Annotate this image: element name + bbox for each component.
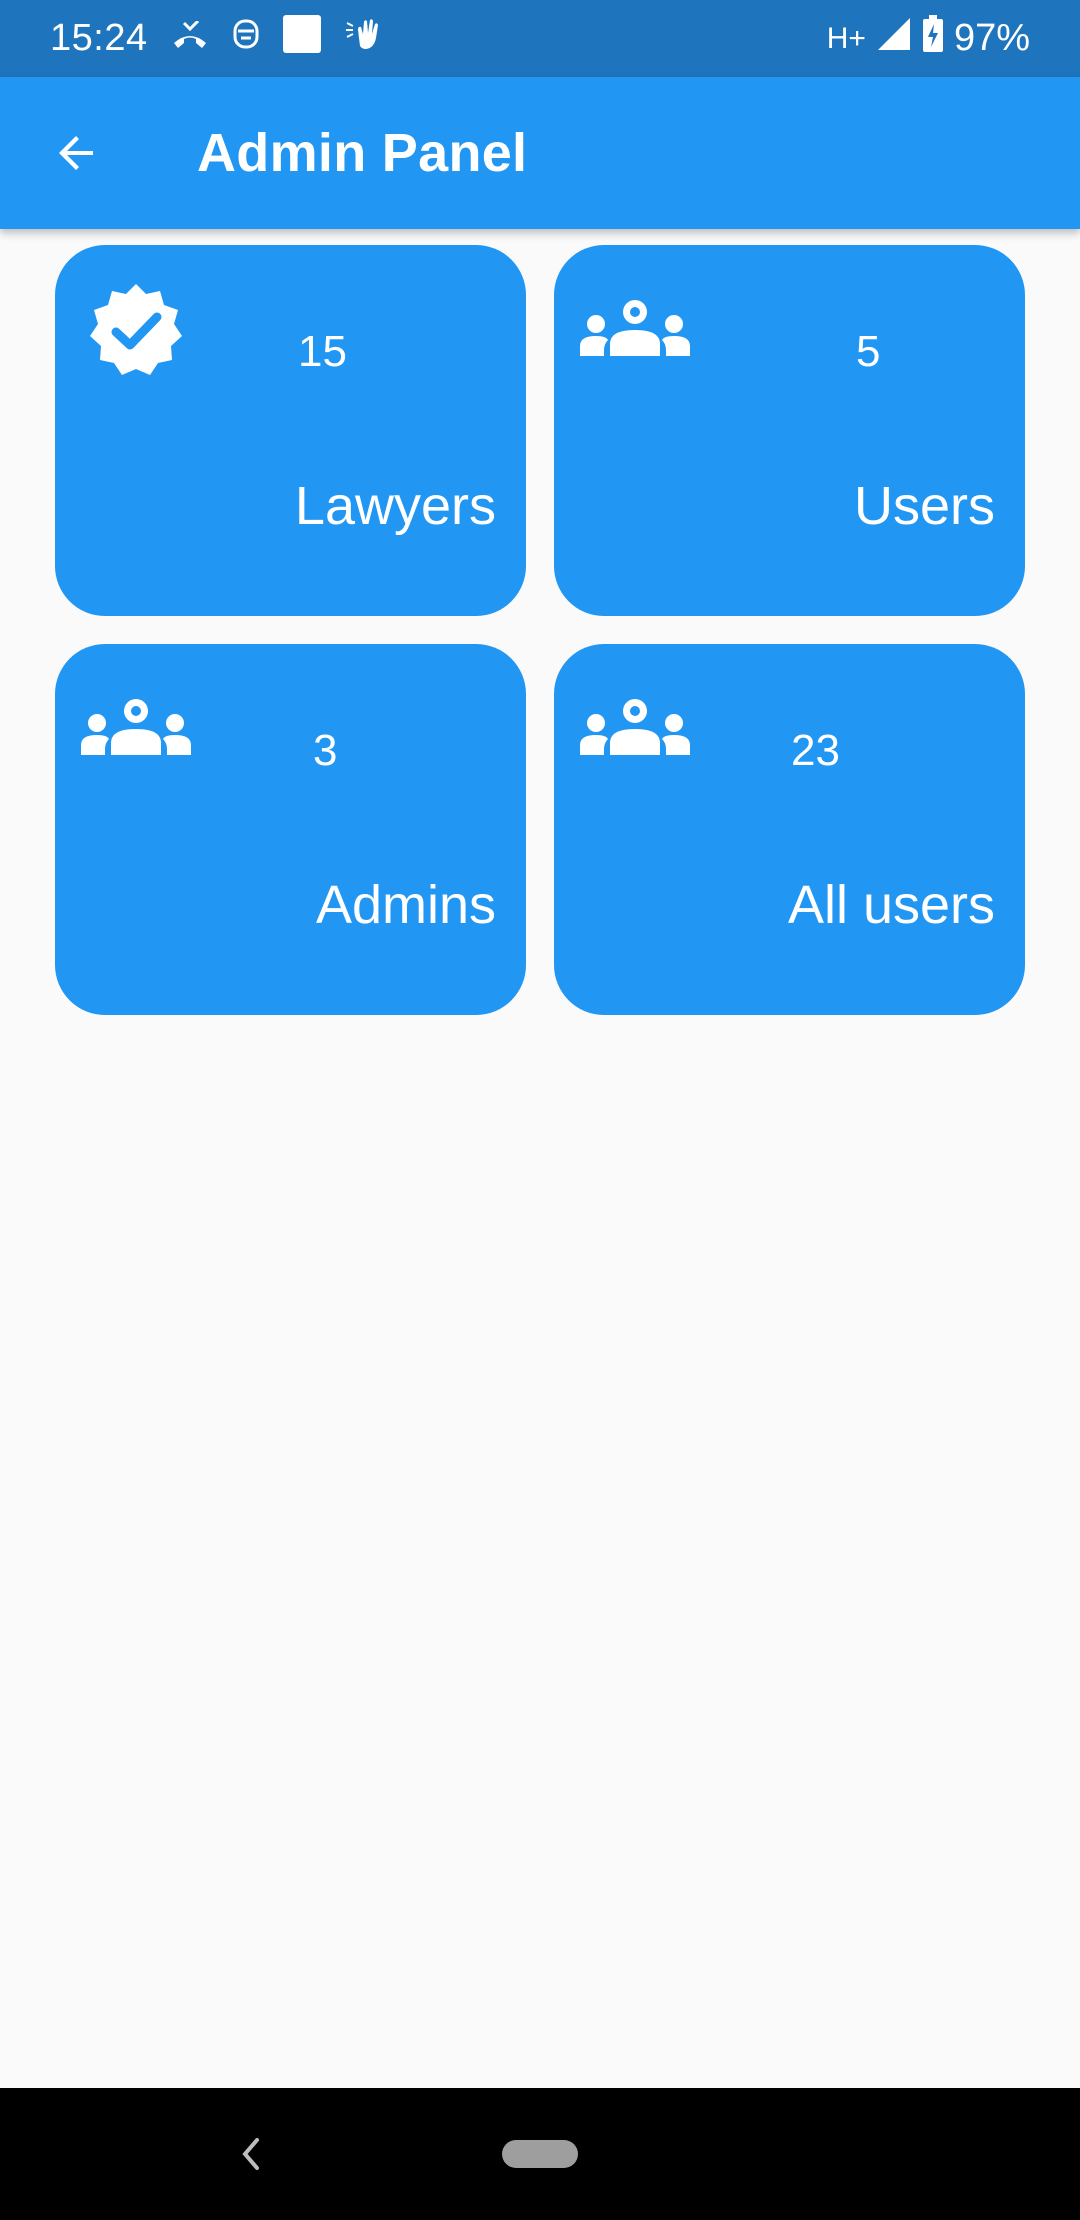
status-time: 15:24 <box>50 17 148 59</box>
group-icon <box>580 275 690 385</box>
users-label: Users <box>853 476 995 536</box>
lawyers-label: Lawyers <box>294 476 496 536</box>
group-icon <box>580 674 690 784</box>
users-card[interactable]: 5 Users <box>554 245 1025 616</box>
status-left: 15:24 <box>50 14 388 63</box>
battery-charging-icon <box>922 15 944 62</box>
app-notification-icon <box>232 17 260 60</box>
missed-call-icon <box>170 18 210 60</box>
verified-badge-icon <box>81 275 191 385</box>
all-users-label: All users <box>787 875 995 935</box>
page-title: Admin Panel <box>197 123 528 183</box>
square-notification-icon <box>282 14 322 63</box>
stats-grid: 15 Lawyers 5 Users 3 Admins 23 All users <box>55 245 1025 1015</box>
nav-back-button[interactable] <box>220 2124 280 2184</box>
battery-percentage: 97% <box>953 17 1030 59</box>
nav-home-pill[interactable] <box>502 2140 578 2168</box>
lawyers-count: 15 <box>298 327 347 376</box>
all-users-count: 23 <box>791 726 840 775</box>
admins-label: Admins <box>315 875 496 935</box>
app-bar: Admin Panel <box>0 77 1080 229</box>
users-count: 5 <box>856 327 881 376</box>
status-right: H+ 97% <box>827 15 1030 62</box>
all-users-card[interactable]: 23 All users <box>554 644 1025 1015</box>
group-icon <box>81 674 191 784</box>
arrow-back-icon <box>59 136 93 170</box>
signal-icon <box>876 16 912 61</box>
admins-card[interactable]: 3 Admins <box>55 644 526 1015</box>
system-nav-bar <box>0 2088 1080 2220</box>
wave-hand-icon <box>344 16 388 61</box>
chevron-left-icon <box>242 2138 259 2170</box>
lawyers-card[interactable]: 15 Lawyers <box>55 245 526 616</box>
back-button[interactable] <box>37 113 117 193</box>
admins-count: 3 <box>313 726 338 775</box>
network-type: H+ <box>826 21 866 55</box>
status-bar: 15:24 H+ 97% <box>0 0 1080 77</box>
